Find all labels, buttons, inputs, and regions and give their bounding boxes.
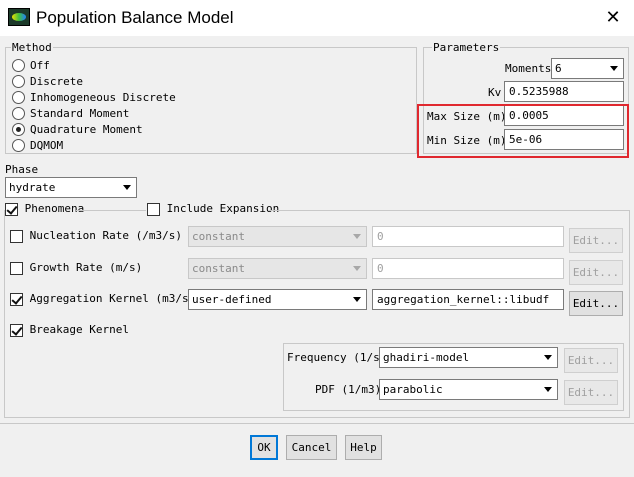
radio-icon (12, 74, 25, 88)
pdf-select[interactable]: parabolic (379, 379, 558, 400)
chevron-down-icon (353, 234, 361, 239)
breakage-kernel-checkbox[interactable]: Breakage Kernel (10, 323, 129, 337)
radio-icon (12, 58, 25, 72)
close-icon[interactable]: ✕ (600, 6, 626, 30)
aggregation-kernel-checkbox[interactable]: Aggregation Kernel (m3/s) (10, 292, 195, 306)
separator (0, 423, 634, 424)
method-quadrature-moment-radio[interactable]: Quadrature Moment (12, 122, 143, 136)
group-border (76, 210, 146, 211)
frequency-edit-button[interactable]: Edit... (564, 348, 618, 373)
growth-value-input[interactable]: 0 (372, 258, 564, 279)
method-legend: Method (11, 41, 53, 54)
window-title: Population Balance Model (36, 8, 234, 27)
nucleation-method-select[interactable]: constant (188, 226, 367, 247)
help-button[interactable]: Help (345, 435, 382, 460)
growth-method-select[interactable]: constant (188, 258, 367, 279)
moments-label: Moments (505, 62, 552, 75)
growth-rate-checkbox[interactable]: Growth Rate (m/s) (10, 261, 142, 275)
method-off-radio[interactable]: Off (12, 58, 50, 72)
aggregation-method-select[interactable]: user-defined (188, 289, 367, 310)
checkbox-icon (10, 261, 23, 275)
aggregation-edit-button[interactable]: Edit... (569, 291, 623, 316)
method-inhomogeneous-discrete-radio[interactable]: Inhomogeneous Discrete (12, 90, 176, 104)
method-discrete-radio[interactable]: Discrete (12, 74, 83, 88)
chevron-down-icon (123, 185, 131, 190)
cancel-button[interactable]: Cancel (286, 435, 337, 460)
checkbox-checked-icon (10, 292, 23, 306)
highlight-box (417, 104, 629, 158)
phase-select[interactable]: hydrate (5, 177, 137, 198)
method-standard-moment-radio[interactable]: Standard Moment (12, 106, 129, 120)
nucleation-value-input[interactable]: 0 (372, 226, 564, 247)
frequency-select[interactable]: ghadiri-model (379, 347, 558, 368)
nucleation-edit-button[interactable]: Edit... (569, 228, 623, 253)
checkbox-checked-icon (10, 323, 23, 337)
group-border (268, 210, 630, 211)
nucleation-rate-checkbox[interactable]: Nucleation Rate (/m3/s) (10, 229, 182, 243)
radio-selected-icon (12, 122, 25, 136)
frequency-label: Frequency (1/s) (287, 351, 387, 364)
fluent-app-icon (8, 8, 30, 26)
ok-button[interactable]: OK (250, 435, 278, 460)
radio-icon (12, 106, 25, 120)
phase-label: Phase (5, 163, 39, 176)
aggregation-value-input[interactable]: aggregation_kernel::libudf (372, 289, 564, 310)
radio-icon (12, 138, 25, 152)
radio-icon (12, 90, 25, 104)
chevron-down-icon (353, 297, 361, 302)
moments-select[interactable]: 6 (551, 58, 624, 79)
method-dqmom-radio[interactable]: DQMOM (12, 138, 63, 152)
chevron-down-icon (353, 266, 361, 271)
growth-edit-button[interactable]: Edit... (569, 260, 623, 285)
kv-input[interactable]: 0.5235988 (504, 81, 624, 102)
checkbox-icon (10, 229, 23, 243)
parameters-legend: Parameters (432, 41, 501, 54)
chevron-down-icon (610, 66, 618, 71)
pdf-label: PDF (1/m3) (315, 383, 382, 396)
pdf-edit-button[interactable]: Edit... (564, 380, 618, 405)
chevron-down-icon (544, 387, 552, 392)
kv-label: Kv (488, 86, 502, 99)
chevron-down-icon (544, 355, 552, 360)
